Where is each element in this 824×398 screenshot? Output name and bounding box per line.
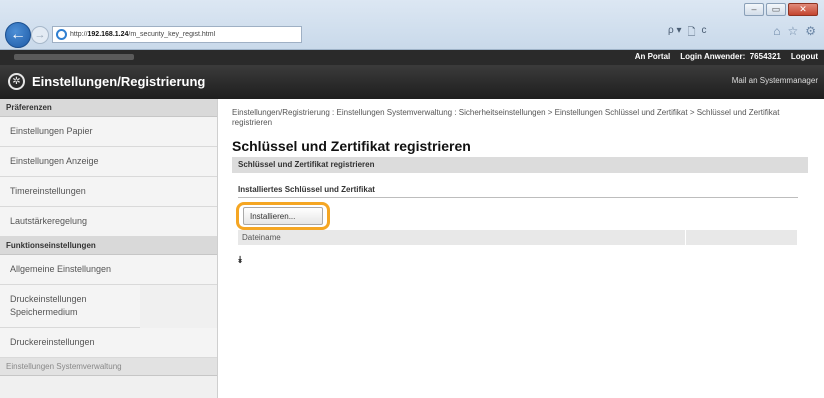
main-content: Einstellungen/Registrierung : Einstellun…: [232, 108, 812, 266]
sidebar-item-print-storage[interactable]: Druckeinstellungen Speichermedium: [0, 285, 140, 328]
sidebar-item-paper[interactable]: Einstellungen Papier: [0, 117, 217, 147]
browser-chrome: – ▭ ✕ ← → http://192.168.1.24/m_security…: [0, 0, 824, 50]
sidebar-section-preferences: Präferenzen: [0, 99, 217, 117]
sidebar-item-timer[interactable]: Timereinstellungen: [0, 177, 217, 207]
sidebar-section-functions: Funktionseinstellungen: [0, 237, 217, 255]
page-header-title: Einstellungen/Registrierung: [32, 74, 206, 89]
compat-view-icon[interactable]: 🗋: [688, 25, 696, 42]
settings-gear-icon[interactable]: ⚙: [805, 24, 816, 38]
certificate-table: Dateiname: [238, 230, 798, 245]
window-controls: – ▭ ✕: [744, 3, 818, 16]
device-name-blurred: [14, 54, 134, 60]
address-tools: ρ ▾ 🗋 c: [668, 25, 707, 42]
app-topbar: An Portal Login Anwender: 7654321 Logout: [0, 50, 824, 65]
browser-logo-icon: [56, 29, 67, 40]
mail-systemmanager-link[interactable]: Mail an Systemmanager: [732, 76, 818, 85]
browser-toolbar: ⌂ ☆ ⚙: [773, 24, 816, 38]
topbar-links: An Portal Login Anwender: 7654321 Logout: [635, 52, 818, 61]
table-header-filename: Dateiname: [238, 230, 686, 245]
sidebar-item-display[interactable]: Einstellungen Anzeige: [0, 147, 217, 177]
settings-icon: ✲: [8, 73, 25, 90]
home-icon[interactable]: ⌂: [773, 24, 780, 38]
scroll-to-top-icon[interactable]: ⯯: [237, 255, 812, 266]
app-titlebar: ✲ Einstellungen/Registrierung Mail an Sy…: [0, 65, 824, 99]
minimize-button[interactable]: –: [744, 3, 764, 16]
sidebar-item-general[interactable]: Allgemeine Einstellungen: [0, 255, 217, 285]
table-header-empty: [686, 230, 798, 245]
logout-link[interactable]: Logout: [791, 52, 818, 61]
page-title: Schlüssel und Zertifikat registrieren: [232, 138, 471, 154]
url-text: http://192.168.1.24/m_security_key_regis…: [70, 31, 216, 38]
login-user-info: Login Anwender: 7654321: [680, 52, 781, 61]
sidebar-item-volume[interactable]: Lautstärkeregelung: [0, 207, 217, 237]
forward-button[interactable]: →: [31, 26, 49, 44]
portal-link[interactable]: An Portal: [635, 52, 671, 61]
breadcrumb: Einstellungen/Registrierung : Einstellun…: [232, 108, 780, 127]
close-window-button[interactable]: ✕: [788, 3, 818, 16]
maximize-button[interactable]: ▭: [766, 3, 786, 16]
section-header: Schlüssel und Zertifikat registrieren: [232, 157, 808, 173]
sidebar: Präferenzen Einstellungen Papier Einstel…: [0, 99, 218, 398]
address-bar[interactable]: http://192.168.1.24/m_security_key_regis…: [52, 26, 302, 43]
back-button[interactable]: ←: [5, 22, 31, 48]
favorites-star-icon[interactable]: ☆: [787, 24, 798, 38]
install-button-highlight: Installieren...: [236, 202, 330, 230]
installed-keys-header: Installiertes Schlüssel und Zertifikat: [238, 185, 798, 198]
install-button[interactable]: Installieren...: [243, 207, 323, 225]
search-dropdown-icon[interactable]: ρ ▾: [668, 25, 682, 42]
sidebar-section-system: Einstellungen Systemverwaltung: [0, 358, 217, 376]
refresh-icon[interactable]: c: [702, 25, 707, 42]
sidebar-item-printer[interactable]: Druckereinstellungen: [0, 328, 217, 358]
